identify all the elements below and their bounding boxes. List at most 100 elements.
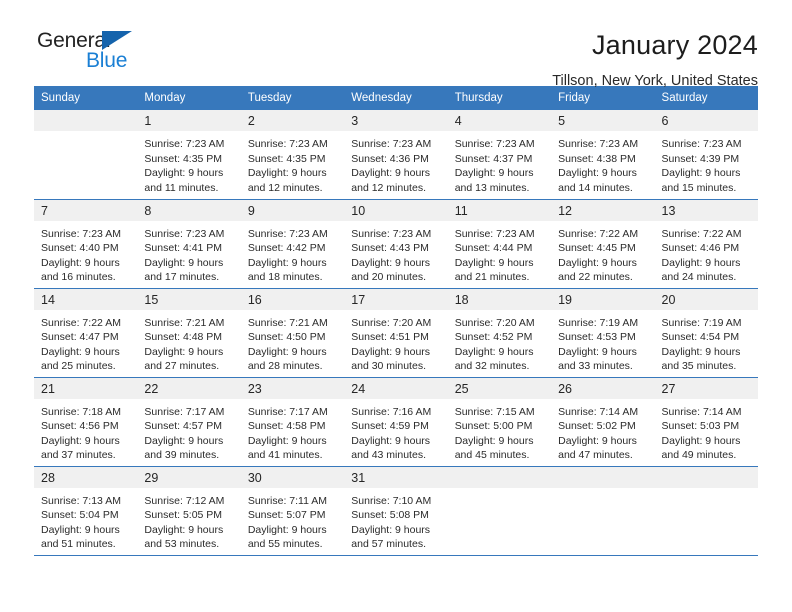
day-number: 24 [344,377,448,399]
day-details [655,488,758,494]
page-title: January 2024 [591,30,758,60]
day-cell[interactable]: 8 Sunrise: 7:23 AM Sunset: 4:41 PM Daylig… [137,199,241,289]
day-cell[interactable] [34,110,138,200]
day-number: 23 [240,377,345,399]
calendar-page: General Blue January 2024 Tillson, New Y… [0,0,792,612]
day-cell[interactable]: 26 Sunrise: 7:14 AM Sunset: 5:02 PM Dayli… [551,377,655,467]
day-details: Sunrise: 7:23 AM Sunset: 4:37 PM Dayligh… [454,138,535,194]
day-cell[interactable]: 29 Sunrise: 7:12 AM Sunset: 5:05 PM Dayli… [137,466,241,556]
day-details: Sunrise: 7:20 AM Sunset: 4:51 PM Dayligh… [351,316,432,373]
day-number: 28 [34,466,138,488]
day-details: Sunrise: 7:23 AM Sunset: 4:35 PM Dayligh… [247,138,328,194]
day-number: 29 [137,466,241,488]
day-cell[interactable]: 10 Sunrise: 7:23 AM Sunset: 4:43 PM Dayli… [344,199,448,289]
day-cell[interactable]: 6 Sunrise: 7:23 AM Sunset: 4:39 PM Daylig… [654,110,758,200]
day-details: Sunrise: 7:22 AM Sunset: 4:45 PM Dayligh… [558,227,639,284]
day-number: 13 [654,199,758,221]
day-details: Sunrise: 7:17 AM Sunset: 4:57 PM Dayligh… [144,405,225,462]
day-number: 9 [240,199,345,221]
day-details: Sunrise: 7:18 AM Sunset: 4:56 PM Dayligh… [41,405,121,462]
day-cell[interactable]: 18 Sunrise: 7:20 AM Sunset: 4:52 PM Dayli… [447,288,552,378]
day-details: Sunrise: 7:23 AM Sunset: 4:40 PM Dayligh… [41,227,121,284]
weekday-header-monday: Monday [137,86,241,110]
day-cell[interactable]: 9 Sunrise: 7:23 AM Sunset: 4:42 PM Daylig… [240,199,345,289]
day-number: 11 [447,199,552,221]
day-details: Sunrise: 7:10 AM Sunset: 5:08 PM Dayligh… [351,494,432,551]
day-cell[interactable]: 12 Sunrise: 7:22 AM Sunset: 4:45 PM Dayli… [551,199,655,289]
weekday-header-thursday: Thursday [447,86,552,110]
day-cell[interactable]: 24 Sunrise: 7:16 AM Sunset: 4:59 PM Dayli… [344,377,448,467]
day-number: 10 [344,199,448,221]
logo-text-blue: Blue [86,49,128,72]
day-cell[interactable]: 23 Sunrise: 7:17 AM Sunset: 4:58 PM Dayli… [240,377,345,467]
day-details: Sunrise: 7:19 AM Sunset: 4:53 PM Dayligh… [558,316,639,373]
title-block: January 2024 Tillson, New York, United S… [552,28,758,89]
day-details [551,488,654,494]
day-cell[interactable]: 16 Sunrise: 7:21 AM Sunset: 4:50 PM Dayli… [240,288,345,378]
day-cell[interactable]: 14 Sunrise: 7:22 AM Sunset: 4:47 PM Dayli… [34,288,138,378]
day-number: 5 [551,110,655,131]
day-details: Sunrise: 7:12 AM Sunset: 5:05 PM Dayligh… [144,494,225,551]
day-details: Sunrise: 7:23 AM Sunset: 4:36 PM Dayligh… [351,138,432,194]
day-cell[interactable]: 3 Sunrise: 7:23 AM Sunset: 4:36 PM Daylig… [344,110,448,200]
day-number: 12 [551,199,655,221]
day-number: 26 [551,377,655,399]
weekday-header-row: Sunday Monday Tuesday Wednesday Thursday… [34,86,758,110]
day-details [448,488,551,494]
day-details: Sunrise: 7:19 AM Sunset: 4:54 PM Dayligh… [661,316,742,373]
day-cell[interactable]: 4 Sunrise: 7:23 AM Sunset: 4:37 PM Daylig… [447,110,552,200]
calendar-week-row: 14 Sunrise: 7:22 AM Sunset: 4:47 PM Dayli… [34,288,758,378]
day-details: Sunrise: 7:14 AM Sunset: 5:03 PM Dayligh… [661,405,742,462]
day-number [551,466,655,488]
day-cell[interactable]: 11 Sunrise: 7:23 AM Sunset: 4:44 PM Dayli… [447,199,552,289]
day-cell[interactable]: 30 Sunrise: 7:11 AM Sunset: 5:07 PM Dayli… [240,466,345,556]
calendar-week-row: 28 Sunrise: 7:13 AM Sunset: 5:04 PM Dayli… [34,466,758,556]
day-cell[interactable]: 2 Sunrise: 7:23 AM Sunset: 4:35 PM Daylig… [240,110,345,200]
day-cell[interactable]: 27 Sunrise: 7:14 AM Sunset: 5:03 PM Dayli… [654,377,758,467]
day-cell[interactable]: 7 Sunrise: 7:23 AM Sunset: 4:40 PM Daylig… [34,199,138,289]
day-cell-empty [654,466,758,556]
day-details: Sunrise: 7:23 AM Sunset: 4:35 PM Dayligh… [144,138,225,194]
day-cell[interactable]: 20 Sunrise: 7:19 AM Sunset: 4:54 PM Dayli… [654,288,758,378]
calendar-week-row: 7 Sunrise: 7:23 AM Sunset: 4:40 PM Daylig… [34,199,758,289]
day-number: 4 [447,110,552,131]
day-cell[interactable]: 5 Sunrise: 7:23 AM Sunset: 4:38 PM Daylig… [551,110,655,200]
day-number: 14 [34,288,138,310]
day-cell[interactable]: 1 Sunrise: 7:23 AM Sunset: 4:35 PM Daylig… [137,110,241,200]
day-number: 1 [137,110,241,131]
day-cell[interactable]: 22 Sunrise: 7:17 AM Sunset: 4:57 PM Dayli… [137,377,241,467]
day-details: Sunrise: 7:23 AM Sunset: 4:43 PM Dayligh… [351,227,432,284]
general-blue-logo: General Blue [34,28,154,76]
day-number: 15 [137,288,241,310]
day-cell[interactable]: 15 Sunrise: 7:21 AM Sunset: 4:48 PM Dayli… [137,288,241,378]
day-number: 20 [654,288,758,310]
day-cell[interactable]: 13 Sunrise: 7:22 AM Sunset: 4:46 PM Dayli… [654,199,758,289]
day-number: 2 [240,110,345,131]
day-cell[interactable]: 17 Sunrise: 7:20 AM Sunset: 4:51 PM Dayli… [344,288,448,378]
calendar-week-row: 1 Sunrise: 7:23 AM Sunset: 4:35 PM Daylig… [34,110,758,200]
day-details: Sunrise: 7:17 AM Sunset: 4:58 PM Dayligh… [247,405,328,462]
day-cell[interactable]: 25 Sunrise: 7:15 AM Sunset: 5:00 PM Dayli… [447,377,552,467]
calendar-week-row: 21 Sunrise: 7:18 AM Sunset: 4:56 PM Dayli… [34,377,758,467]
location-subtitle: Tillson, New York, United States [552,73,758,89]
day-cell[interactable]: 21 Sunrise: 7:18 AM Sunset: 4:56 PM Dayli… [34,377,138,467]
day-details: Sunrise: 7:23 AM Sunset: 4:38 PM Dayligh… [558,138,639,194]
day-details: Sunrise: 7:23 AM Sunset: 4:42 PM Dayligh… [247,227,328,284]
day-details: Sunrise: 7:15 AM Sunset: 5:00 PM Dayligh… [454,405,535,462]
calendar-table: Sunday Monday Tuesday Wednesday Thursday… [34,86,758,556]
day-details: Sunrise: 7:22 AM Sunset: 4:47 PM Dayligh… [41,316,121,373]
day-details: Sunrise: 7:13 AM Sunset: 5:04 PM Dayligh… [41,494,121,551]
day-cell[interactable]: 28 Sunrise: 7:13 AM Sunset: 5:04 PM Dayli… [34,466,138,556]
day-number: 25 [447,377,552,399]
day-number: 6 [654,110,758,131]
day-details: Sunrise: 7:23 AM Sunset: 4:41 PM Dayligh… [144,227,225,284]
day-details: Sunrise: 7:16 AM Sunset: 4:59 PM Dayligh… [351,405,432,462]
weekday-header-saturday: Saturday [654,86,758,110]
day-cell-empty [447,466,552,556]
day-cell[interactable]: 31 Sunrise: 7:10 AM Sunset: 5:08 PM Dayli… [344,466,448,556]
day-number: 17 [344,288,448,310]
day-number: 18 [447,288,552,310]
triangle-icon [102,31,132,50]
day-cell[interactable]: 19 Sunrise: 7:19 AM Sunset: 4:53 PM Dayli… [551,288,655,378]
logo-text-general: General [37,29,111,52]
